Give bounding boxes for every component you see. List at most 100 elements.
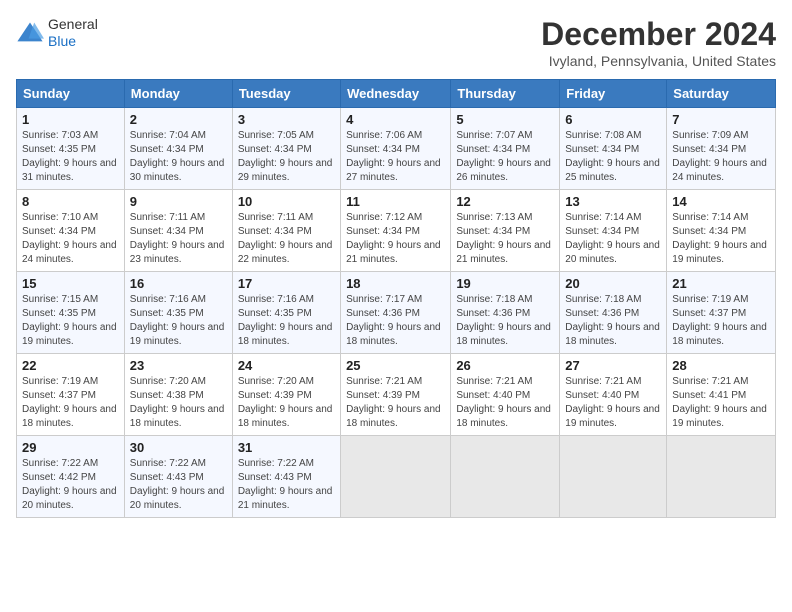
calendar-cell: 5 Sunrise: 7:07 AMSunset: 4:34 PMDaylight… — [451, 108, 560, 190]
day-number: 10 — [238, 194, 335, 209]
calendar-cell: 9 Sunrise: 7:11 AMSunset: 4:34 PMDaylight… — [124, 190, 232, 272]
day-number: 7 — [672, 112, 770, 127]
calendar-cell: 2Sunrise: 7:04 AMSunset: 4:34 PMDaylight… — [124, 108, 232, 190]
calendar-cell: 18 Sunrise: 7:17 AMSunset: 4:36 PMDayligh… — [341, 272, 451, 354]
calendar-cell: 28 Sunrise: 7:21 AMSunset: 4:41 PMDayligh… — [667, 354, 776, 436]
calendar-cell: 26 Sunrise: 7:21 AMSunset: 4:40 PMDayligh… — [451, 354, 560, 436]
day-number: 3 — [238, 112, 335, 127]
day-info: Sunrise: 7:13 AMSunset: 4:34 PMDaylight:… — [456, 211, 554, 267]
day-info: Sunrise: 7:11 AMSunset: 4:34 PMDaylight:… — [130, 211, 227, 267]
day-info: Sunrise: 7:09 AMSunset: 4:34 PMDaylight:… — [672, 129, 770, 185]
calendar-cell: 10 Sunrise: 7:11 AMSunset: 4:34 PMDayligh… — [232, 190, 340, 272]
day-info: Sunrise: 7:14 AMSunset: 4:34 PMDaylight:… — [565, 211, 661, 267]
day-info: Sunrise: 7:07 AMSunset: 4:34 PMDaylight:… — [456, 129, 554, 185]
day-number: 28 — [672, 358, 770, 373]
calendar-cell: 12 Sunrise: 7:13 AMSunset: 4:34 PMDayligh… — [451, 190, 560, 272]
day-info: Sunrise: 7:14 AMSunset: 4:34 PMDaylight:… — [672, 211, 770, 267]
day-info: Sunrise: 7:20 AMSunset: 4:39 PMDaylight:… — [238, 375, 335, 431]
day-number: 13 — [565, 194, 661, 209]
calendar-cell: 27Sunrise: 7:21 AMSunset: 4:40 PMDayligh… — [560, 354, 667, 436]
calendar-week-row: 29Sunrise: 7:22 AMSunset: 4:42 PMDayligh… — [17, 436, 776, 518]
day-info: Sunrise: 7:21 AMSunset: 4:40 PMDaylight:… — [565, 375, 661, 431]
calendar-cell: 7 Sunrise: 7:09 AMSunset: 4:34 PMDaylight… — [667, 108, 776, 190]
calendar-cell: 22 Sunrise: 7:19 AMSunset: 4:37 PMDayligh… — [17, 354, 125, 436]
header-day: Wednesday — [341, 80, 451, 108]
header-day: Sunday — [17, 80, 125, 108]
day-number: 22 — [22, 358, 119, 373]
logo-text: General Blue — [48, 16, 98, 50]
day-info: Sunrise: 7:22 AMSunset: 4:43 PMDaylight:… — [130, 457, 227, 513]
day-info: Sunrise: 7:22 AMSunset: 4:43 PMDaylight:… — [238, 457, 335, 513]
day-number: 9 — [130, 194, 227, 209]
calendar-cell: 30 Sunrise: 7:22 AMSunset: 4:43 PMDayligh… — [124, 436, 232, 518]
day-info: Sunrise: 7:12 AMSunset: 4:34 PMDaylight:… — [346, 211, 445, 267]
day-info: Sunrise: 7:21 AMSunset: 4:39 PMDaylight:… — [346, 375, 445, 431]
day-number: 16 — [130, 276, 227, 291]
calendar-cell — [341, 436, 451, 518]
calendar-cell: 21Sunrise: 7:19 AMSunset: 4:37 PMDayligh… — [667, 272, 776, 354]
day-info: Sunrise: 7:21 AMSunset: 4:41 PMDaylight:… — [672, 375, 770, 431]
day-info: Sunrise: 7:19 AMSunset: 4:37 PMDaylight:… — [22, 375, 119, 431]
calendar-cell — [560, 436, 667, 518]
title-section: December 2024 Ivyland, Pennsylvania, Uni… — [541, 16, 776, 69]
day-number: 24 — [238, 358, 335, 373]
calendar-cell: 19 Sunrise: 7:18 AMSunset: 4:36 PMDayligh… — [451, 272, 560, 354]
calendar-cell: 11 Sunrise: 7:12 AMSunset: 4:34 PMDayligh… — [341, 190, 451, 272]
logo: General Blue — [16, 16, 98, 50]
calendar-cell: 8Sunrise: 7:10 AMSunset: 4:34 PMDaylight… — [17, 190, 125, 272]
day-info: Sunrise: 7:17 AMSunset: 4:36 PMDaylight:… — [346, 293, 445, 349]
header-day: Tuesday — [232, 80, 340, 108]
day-info: Sunrise: 7:08 AMSunset: 4:34 PMDaylight:… — [565, 129, 661, 185]
day-info: Sunrise: 7:11 AMSunset: 4:34 PMDaylight:… — [238, 211, 335, 267]
day-info: Sunrise: 7:03 AMSunset: 4:35 PMDaylight:… — [22, 129, 119, 185]
day-number: 6 — [565, 112, 661, 127]
calendar-cell: 1 Sunrise: 7:03 AMSunset: 4:35 PMDaylight… — [17, 108, 125, 190]
calendar-cell: 13 Sunrise: 7:14 AMSunset: 4:34 PMDayligh… — [560, 190, 667, 272]
calendar-cell: 16 Sunrise: 7:16 AMSunset: 4:35 PMDayligh… — [124, 272, 232, 354]
day-number: 20 — [565, 276, 661, 291]
day-info: Sunrise: 7:19 AMSunset: 4:37 PMDaylight:… — [672, 293, 770, 349]
day-info: Sunrise: 7:20 AMSunset: 4:38 PMDaylight:… — [130, 375, 227, 431]
day-info: Sunrise: 7:18 AMSunset: 4:36 PMDaylight:… — [456, 293, 554, 349]
header: General Blue December 2024 Ivyland, Penn… — [16, 16, 776, 69]
calendar-subtitle: Ivyland, Pennsylvania, United States — [541, 53, 776, 69]
calendar-header: SundayMondayTuesdayWednesdayThursdayFrid… — [17, 80, 776, 108]
day-number: 11 — [346, 194, 445, 209]
day-number: 26 — [456, 358, 554, 373]
day-number: 23 — [130, 358, 227, 373]
day-number: 18 — [346, 276, 445, 291]
calendar-cell — [667, 436, 776, 518]
day-number: 30 — [130, 440, 227, 455]
day-number: 12 — [456, 194, 554, 209]
calendar-cell: 24 Sunrise: 7:20 AMSunset: 4:39 PMDayligh… — [232, 354, 340, 436]
calendar-week-row: 15Sunrise: 7:15 AMSunset: 4:35 PMDayligh… — [17, 272, 776, 354]
calendar-cell: 6 Sunrise: 7:08 AMSunset: 4:34 PMDaylight… — [560, 108, 667, 190]
day-info: Sunrise: 7:16 AMSunset: 4:35 PMDaylight:… — [130, 293, 227, 349]
header-row: SundayMondayTuesdayWednesdayThursdayFrid… — [17, 80, 776, 108]
day-number: 19 — [456, 276, 554, 291]
day-number: 25 — [346, 358, 445, 373]
day-number: 31 — [238, 440, 335, 455]
calendar-table: SundayMondayTuesdayWednesdayThursdayFrid… — [16, 79, 776, 518]
header-day: Monday — [124, 80, 232, 108]
day-info: Sunrise: 7:18 AMSunset: 4:36 PMDaylight:… — [565, 293, 661, 349]
calendar-cell: 29Sunrise: 7:22 AMSunset: 4:42 PMDayligh… — [17, 436, 125, 518]
logo-icon — [16, 19, 44, 47]
calendar-week-row: 22 Sunrise: 7:19 AMSunset: 4:37 PMDayligh… — [17, 354, 776, 436]
day-info: Sunrise: 7:16 AMSunset: 4:35 PMDaylight:… — [238, 293, 335, 349]
calendar-cell: 3Sunrise: 7:05 AMSunset: 4:34 PMDaylight… — [232, 108, 340, 190]
day-number: 5 — [456, 112, 554, 127]
day-info: Sunrise: 7:04 AMSunset: 4:34 PMDaylight:… — [130, 129, 227, 185]
calendar-cell: 17 Sunrise: 7:16 AMSunset: 4:35 PMDayligh… — [232, 272, 340, 354]
calendar-cell: 25 Sunrise: 7:21 AMSunset: 4:39 PMDayligh… — [341, 354, 451, 436]
header-day: Saturday — [667, 80, 776, 108]
day-number: 14 — [672, 194, 770, 209]
day-info: Sunrise: 7:21 AMSunset: 4:40 PMDaylight:… — [456, 375, 554, 431]
header-day: Friday — [560, 80, 667, 108]
header-day: Thursday — [451, 80, 560, 108]
day-number: 1 — [22, 112, 119, 127]
calendar-cell — [451, 436, 560, 518]
day-info: Sunrise: 7:22 AMSunset: 4:42 PMDaylight:… — [22, 457, 119, 513]
day-number: 17 — [238, 276, 335, 291]
calendar-cell: 14 Sunrise: 7:14 AMSunset: 4:34 PMDayligh… — [667, 190, 776, 272]
